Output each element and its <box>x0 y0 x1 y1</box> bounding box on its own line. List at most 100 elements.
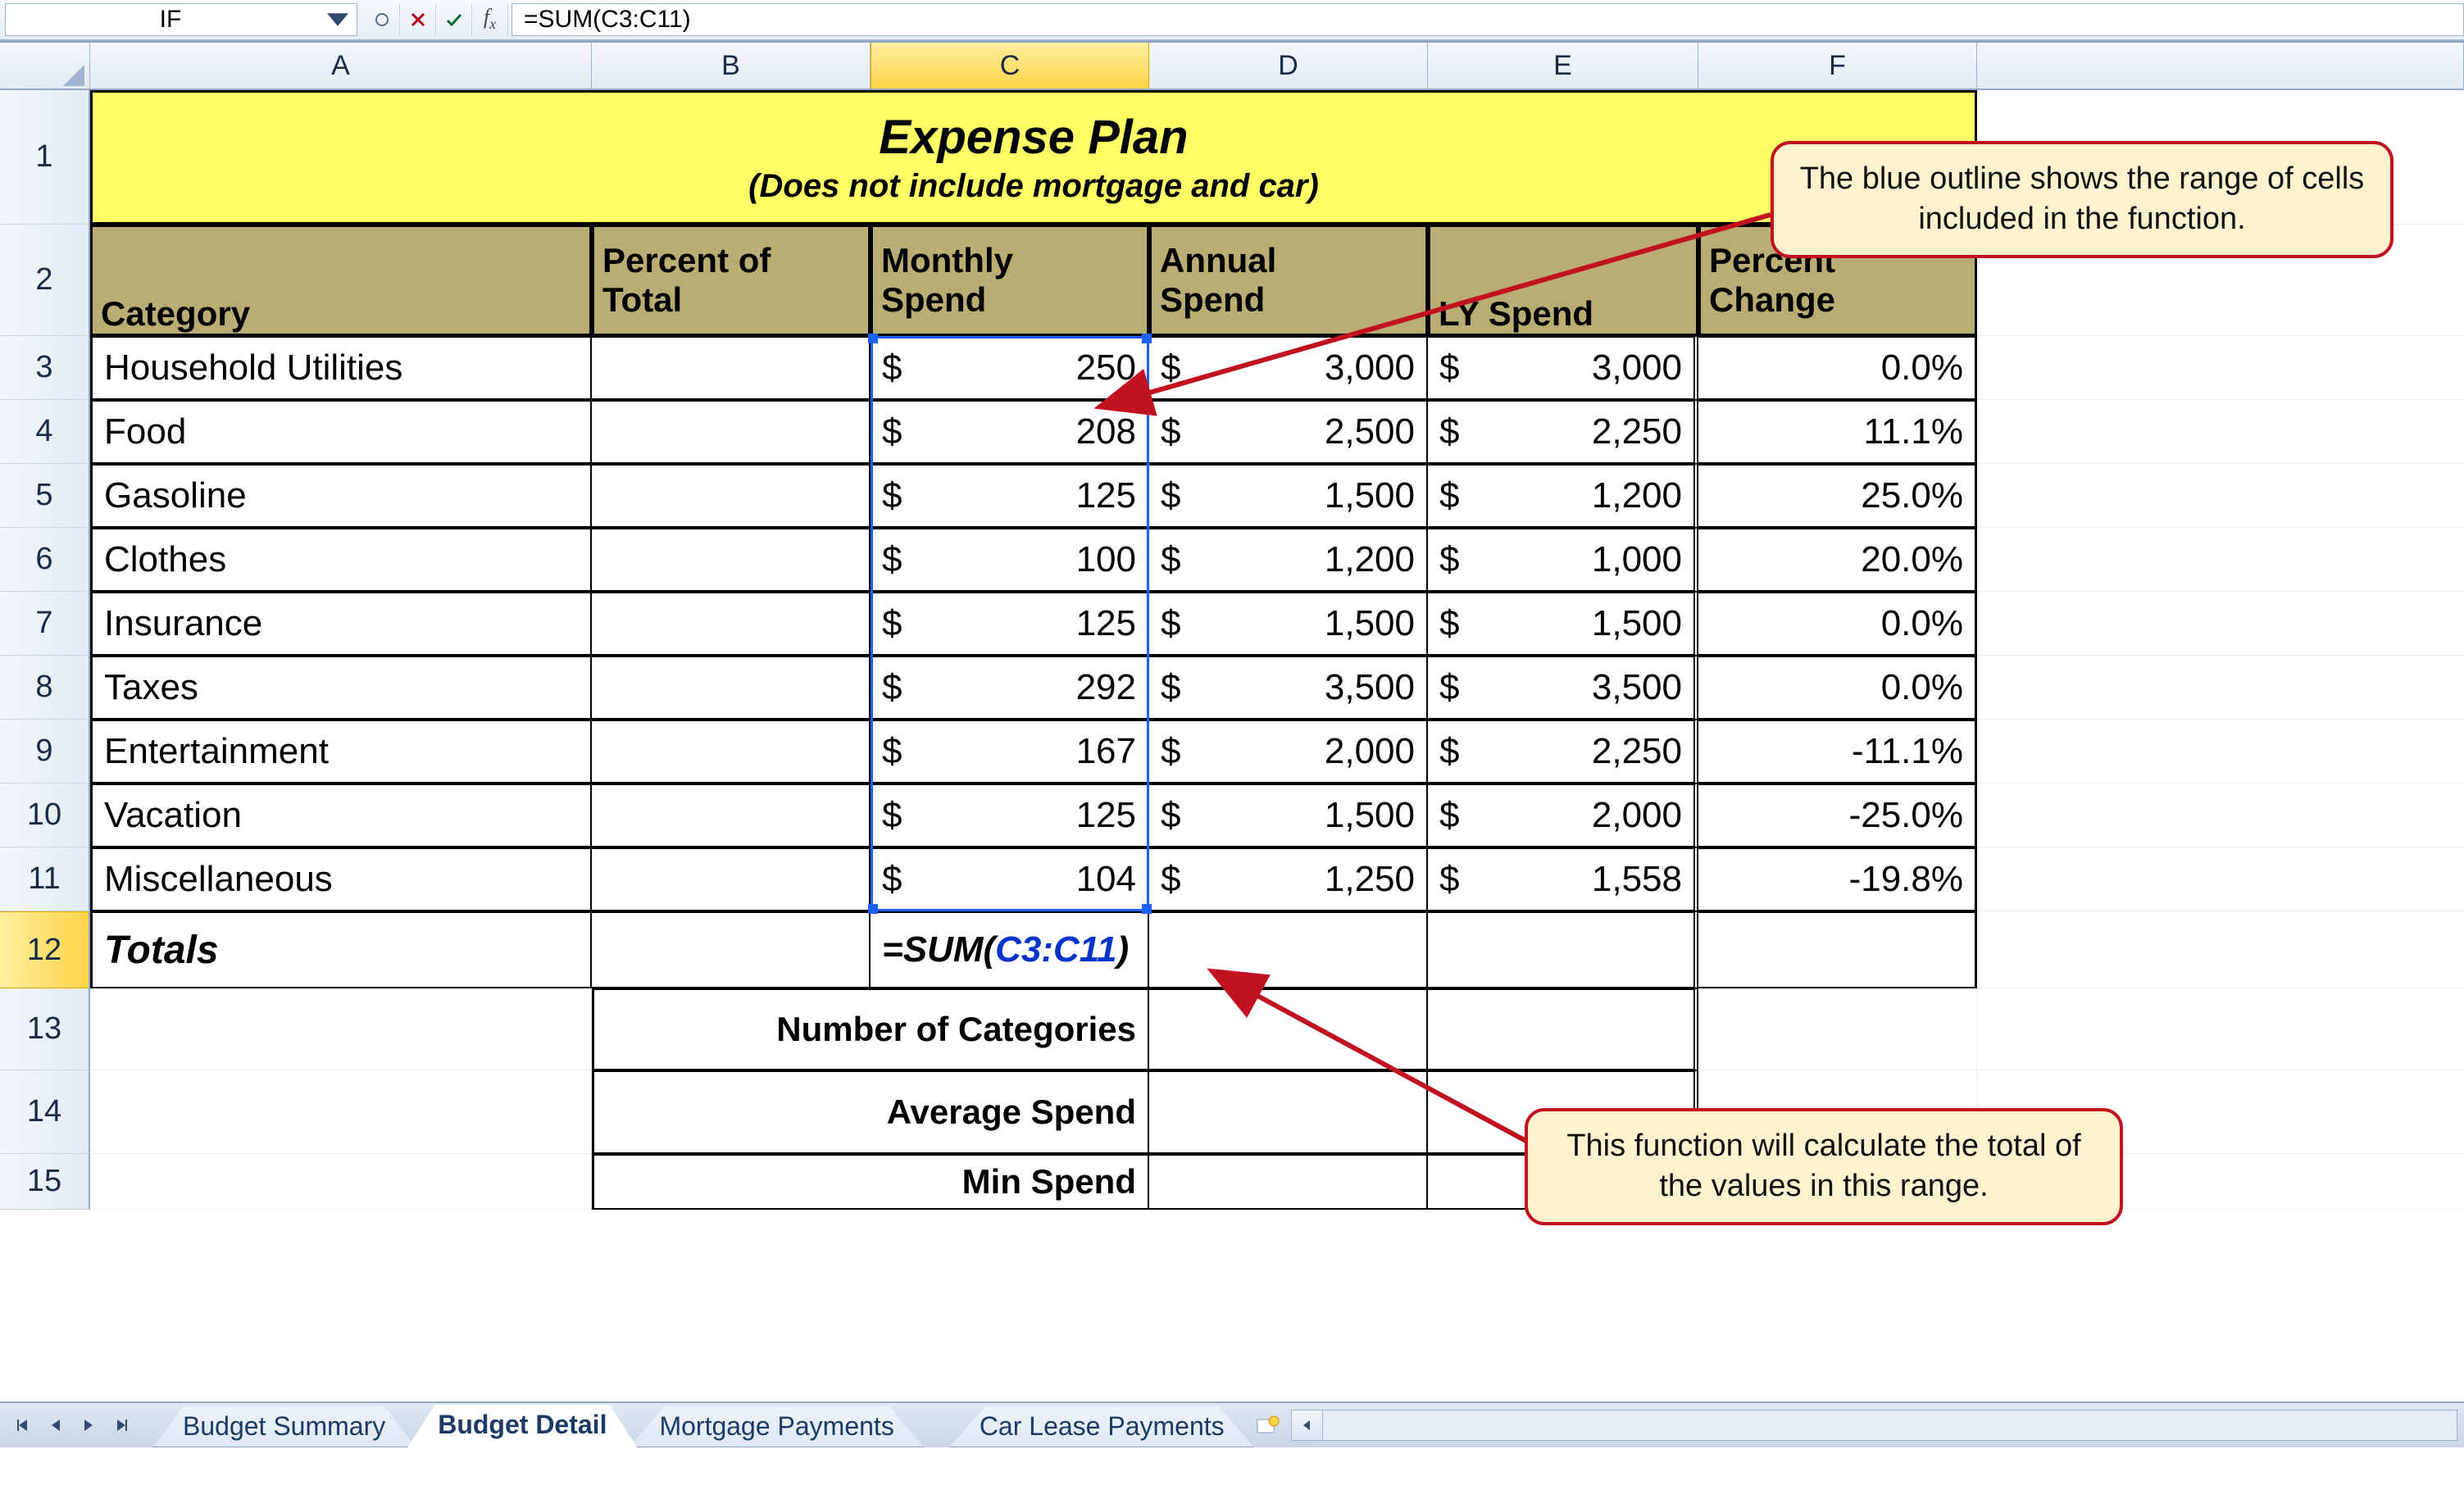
totals-label-cell[interactable]: Totals <box>90 911 592 988</box>
cell-D14[interactable] <box>1149 1070 1428 1154</box>
monthly-spend-cell[interactable]: $292 <box>871 656 1149 720</box>
scroll-left-icon[interactable] <box>1292 1411 1323 1440</box>
cell-E13[interactable] <box>1428 988 1698 1070</box>
percent-change-cell[interactable]: 0.0% <box>1698 656 1977 720</box>
label-min-spend[interactable]: Min Spend <box>592 1154 1149 1210</box>
tab-nav-last-icon[interactable] <box>105 1407 138 1443</box>
cell-D13[interactable] <box>1149 988 1428 1070</box>
row-header[interactable]: 11 <box>0 847 90 911</box>
annual-spend-cell[interactable]: $1,500 <box>1149 592 1428 656</box>
annual-spend-cell[interactable]: $3,500 <box>1149 656 1428 720</box>
percent-total-cell[interactable] <box>592 400 871 464</box>
row-header-14[interactable]: 14 <box>0 1070 90 1154</box>
annual-spend-cell[interactable]: $3,000 <box>1149 336 1428 400</box>
row-header-2[interactable]: 2 <box>0 225 90 336</box>
sheet-tab[interactable]: Budget Detail <box>407 1405 637 1447</box>
row-header-12[interactable]: 12 <box>0 911 90 988</box>
name-box-dropdown-icon[interactable] <box>327 9 348 30</box>
row-header-15[interactable]: 15 <box>0 1154 90 1210</box>
select-all-corner[interactable] <box>0 43 90 89</box>
percent-total-cell[interactable] <box>592 464 871 528</box>
percent-change-cell[interactable]: 11.1% <box>1698 400 1977 464</box>
row-header[interactable]: 4 <box>0 400 90 464</box>
category-cell[interactable]: Household Utilities <box>90 336 592 400</box>
monthly-spend-cell[interactable]: $250 <box>871 336 1149 400</box>
row-header[interactable]: 8 <box>0 656 90 720</box>
category-cell[interactable]: Insurance <box>90 592 592 656</box>
monthly-spend-cell[interactable]: $125 <box>871 592 1149 656</box>
totals-D[interactable] <box>1149 911 1428 988</box>
ly-spend-cell[interactable]: $2,250 <box>1428 400 1698 464</box>
percent-change-cell[interactable]: 25.0% <box>1698 464 1977 528</box>
col-header-E[interactable]: E <box>1428 43 1698 89</box>
name-box[interactable]: IF <box>5 3 357 36</box>
horizontal-scrollbar[interactable] <box>1291 1410 2457 1441</box>
percent-total-cell[interactable] <box>592 847 871 911</box>
percent-change-cell[interactable]: 0.0% <box>1698 592 1977 656</box>
category-cell[interactable]: Entertainment <box>90 720 592 784</box>
monthly-spend-cell[interactable]: $100 <box>871 528 1149 592</box>
monthly-spend-cell[interactable]: $208 <box>871 400 1149 464</box>
row-header-1[interactable]: 1 <box>0 90 90 225</box>
annual-spend-cell[interactable]: $2,500 <box>1149 400 1428 464</box>
tab-nav-first-icon[interactable] <box>7 1407 39 1443</box>
monthly-spend-cell[interactable]: $125 <box>871 784 1149 847</box>
header-category[interactable]: Category <box>90 225 592 336</box>
totals-E[interactable] <box>1428 911 1698 988</box>
percent-total-cell[interactable] <box>592 656 871 720</box>
percent-total-cell[interactable] <box>592 336 871 400</box>
sheet-tab[interactable]: Car Lease Payments <box>949 1406 1255 1447</box>
row-header[interactable]: 7 <box>0 592 90 656</box>
cell-A13[interactable] <box>90 988 592 1070</box>
title-merged-cell[interactable]: Expense Plan (Does not include mortgage … <box>90 90 1977 225</box>
cancel-entry-icon[interactable] <box>400 3 436 36</box>
annual-spend-cell[interactable]: $1,500 <box>1149 784 1428 847</box>
row-header[interactable]: 10 <box>0 784 90 847</box>
ly-spend-cell[interactable]: $2,250 <box>1428 720 1698 784</box>
label-number-categories[interactable]: Number of Categories <box>592 988 1149 1070</box>
label-average-spend[interactable]: Average Spend <box>592 1070 1149 1154</box>
header-percent-total[interactable]: Percent of Total <box>592 225 871 336</box>
ly-spend-cell[interactable]: $3,500 <box>1428 656 1698 720</box>
header-ly-spend[interactable]: LY Spend <box>1428 225 1698 336</box>
category-cell[interactable]: Gasoline <box>90 464 592 528</box>
category-cell[interactable]: Miscellaneous <box>90 847 592 911</box>
annual-spend-cell[interactable]: $2,000 <box>1149 720 1428 784</box>
percent-total-cell[interactable] <box>592 592 871 656</box>
totals-F[interactable] <box>1698 911 1977 988</box>
row-header-13[interactable]: 13 <box>0 988 90 1070</box>
percent-total-cell[interactable] <box>592 784 871 847</box>
ly-spend-cell[interactable]: $1,000 <box>1428 528 1698 592</box>
col-header-next[interactable] <box>1977 43 2464 89</box>
row-header[interactable]: 3 <box>0 336 90 400</box>
category-cell[interactable]: Food <box>90 400 592 464</box>
ly-spend-cell[interactable]: $1,500 <box>1428 592 1698 656</box>
row-header[interactable]: 9 <box>0 720 90 784</box>
monthly-spend-cell[interactable]: $104 <box>871 847 1149 911</box>
percent-total-cell[interactable] <box>592 528 871 592</box>
percent-change-cell[interactable]: -11.1% <box>1698 720 1977 784</box>
insert-function-icon[interactable]: fx <box>472 3 508 36</box>
annual-spend-cell[interactable]: $1,500 <box>1149 464 1428 528</box>
monthly-spend-cell[interactable]: $125 <box>871 464 1149 528</box>
col-header-C[interactable]: C <box>871 43 1149 89</box>
expand-formula-icon[interactable] <box>364 3 400 36</box>
confirm-entry-icon[interactable] <box>436 3 472 36</box>
row-header[interactable]: 5 <box>0 464 90 528</box>
ly-spend-cell[interactable]: $2,000 <box>1428 784 1698 847</box>
category-cell[interactable]: Vacation <box>90 784 592 847</box>
sheet-tab[interactable]: Mortgage Payments <box>629 1406 924 1447</box>
cell-A15[interactable] <box>90 1154 592 1210</box>
category-cell[interactable]: Clothes <box>90 528 592 592</box>
row-header[interactable]: 6 <box>0 528 90 592</box>
header-monthly-spend[interactable]: Monthly Spend <box>871 225 1149 336</box>
cell-D15[interactable] <box>1149 1154 1428 1210</box>
cell-F13[interactable] <box>1698 988 1977 1070</box>
annual-spend-cell[interactable]: $1,200 <box>1149 528 1428 592</box>
header-annual-spend[interactable]: Annual Spend <box>1149 225 1428 336</box>
cell-A14[interactable] <box>90 1070 592 1154</box>
tab-nav-next-icon[interactable] <box>72 1407 105 1443</box>
new-sheet-icon[interactable] <box>1252 1409 1284 1442</box>
percent-total-cell[interactable] <box>592 720 871 784</box>
monthly-spend-cell[interactable]: $167 <box>871 720 1149 784</box>
